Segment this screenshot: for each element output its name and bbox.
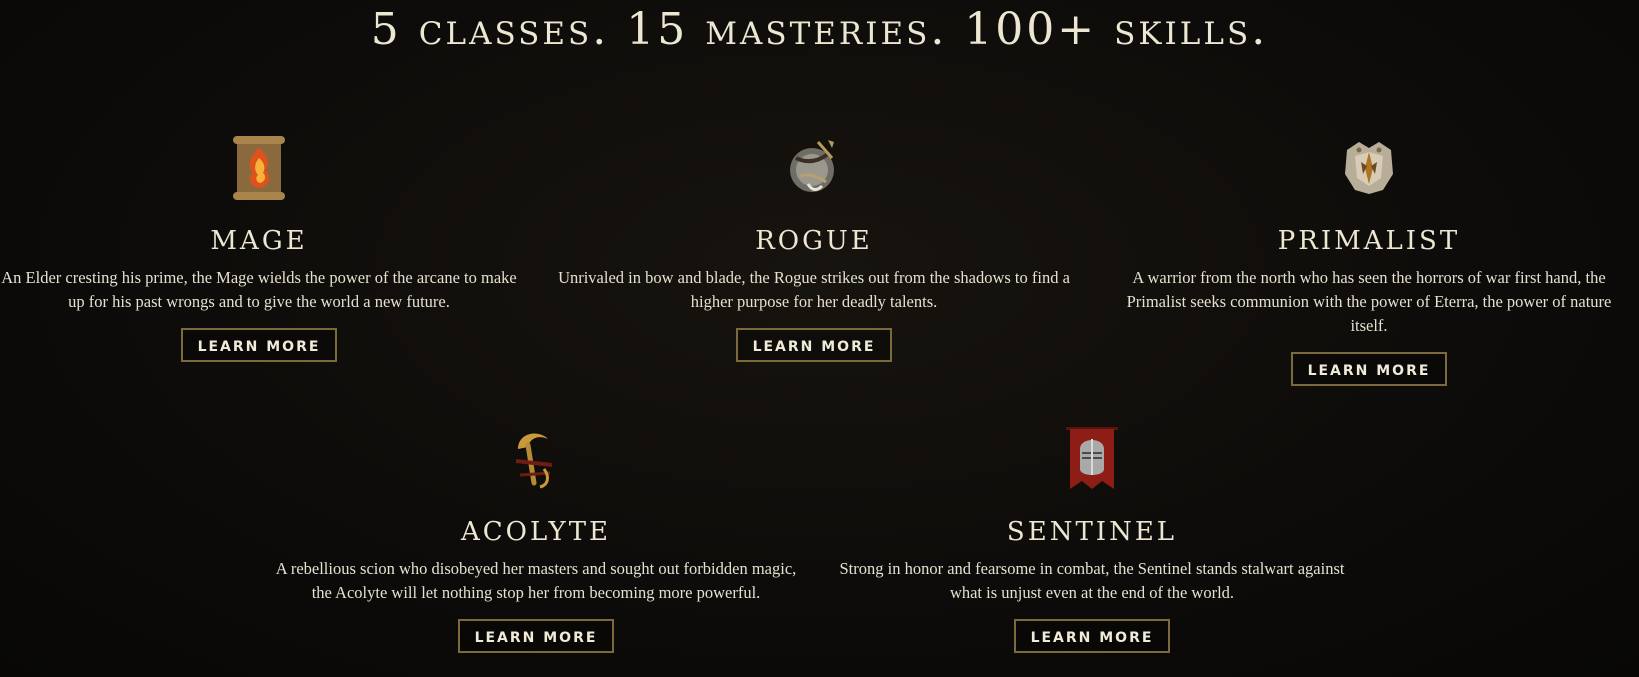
learn-more-button-sentinel[interactable]: LEARN MORE: [1014, 619, 1170, 653]
class-description: A rebellious scion who disobeyed her mas…: [275, 559, 797, 602]
class-title: ROGUE: [755, 226, 873, 256]
class-card-mage: MAGE An Elder cresting his prime, the Ma…: [0, 132, 518, 362]
class-card-sentinel: SENTINEL Strong in honor and fearsome in…: [822, 423, 1362, 653]
page-headline: 5 classes. 15 masteries. 100+ skills.: [370, 4, 1269, 55]
class-description: Strong in honor and fearsome in combat, …: [839, 559, 1345, 602]
learn-more-button-acolyte[interactable]: LEARN MORE: [458, 619, 614, 653]
learn-more-button-primalist[interactable]: LEARN MORE: [1291, 352, 1447, 386]
class-title: MAGE: [210, 226, 308, 256]
sentinel-helmet-banner-icon: [1066, 427, 1118, 489]
class-title: SENTINEL: [1006, 517, 1178, 547]
class-card-acolyte: ACOLYTE A rebellious scion who disobeyed…: [266, 423, 806, 653]
rogue-bow-emblem-icon: [790, 140, 834, 192]
learn-more-button-mage[interactable]: LEARN MORE: [181, 328, 337, 362]
acolyte-sickle-icon: [515, 433, 553, 489]
mage-scroll-fire-icon: [233, 136, 285, 200]
class-card-rogue: ROGUE Unrivaled in bow and blade, the Ro…: [551, 132, 1077, 362]
class-description: Unrivaled in bow and blade, the Rogue st…: [558, 268, 1070, 311]
learn-more-button-rogue[interactable]: LEARN MORE: [736, 328, 892, 362]
class-description: An Elder cresting his prime, the Mage wi…: [1, 268, 517, 311]
class-title: PRIMALIST: [1277, 226, 1461, 256]
class-title: ACOLYTE: [460, 517, 612, 547]
class-description: A warrior from the north who has seen th…: [1126, 268, 1612, 335]
class-card-primalist: PRIMALIST A warrior from the north who h…: [1110, 132, 1628, 386]
primalist-totem-icon: [1345, 142, 1393, 194]
